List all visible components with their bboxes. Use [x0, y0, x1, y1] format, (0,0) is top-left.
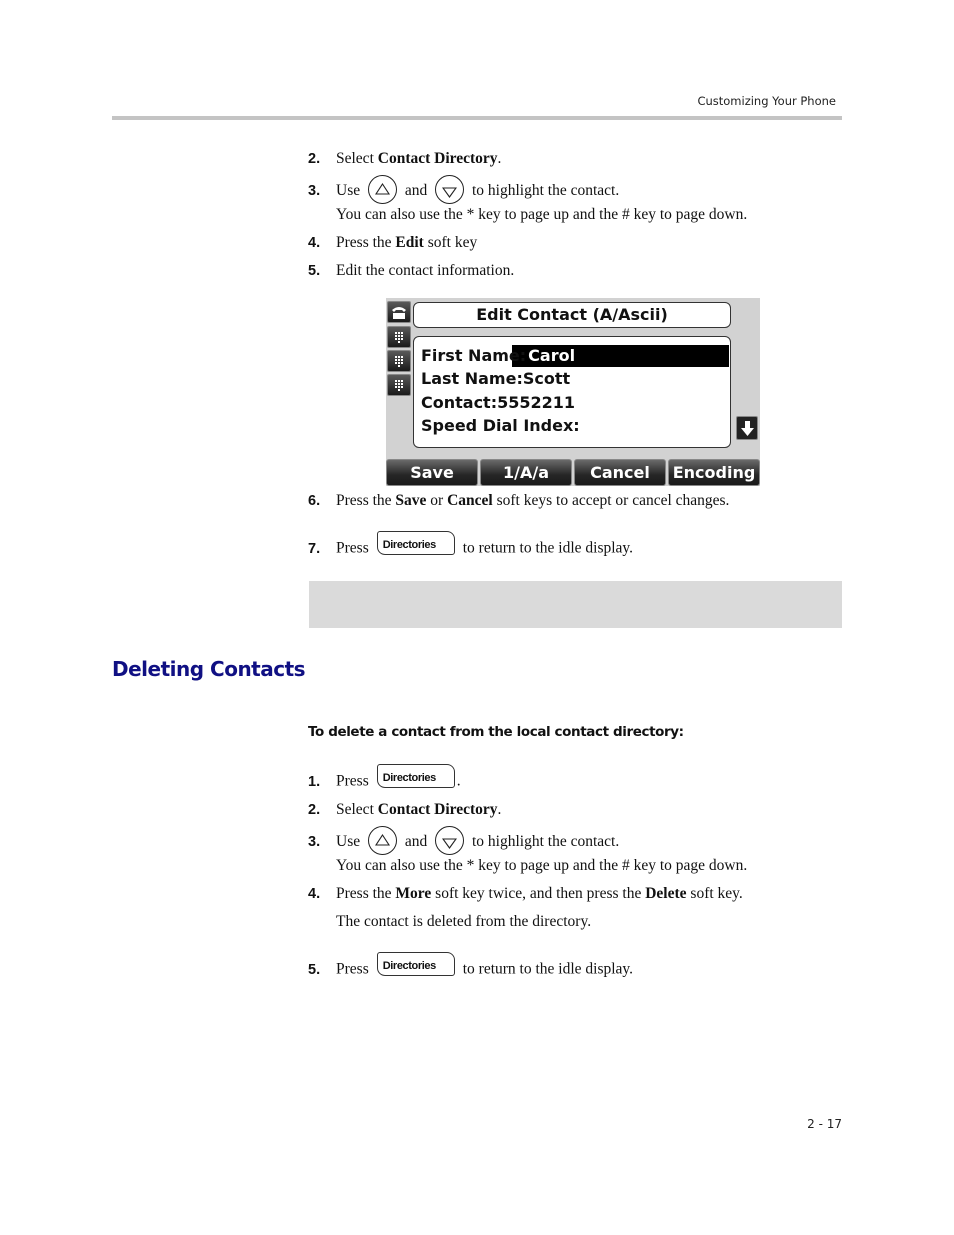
softkey-cancel[interactable]: Cancel	[574, 459, 666, 486]
screen-title: Edit Contact (A/Ascii)	[413, 302, 731, 328]
procedure-heading: To delete a contact from the local conta…	[308, 724, 684, 740]
up-arrow-nav-key-icon	[367, 175, 397, 204]
step-select-directory: 2. Select Contact Directory.	[308, 150, 502, 167]
contact-edit-form: First Name: Carol Last Name:Scott Contact…	[413, 336, 731, 448]
step-press-edit: 4. Press the Edit soft key	[308, 234, 478, 251]
softkey-save[interactable]: Save	[386, 459, 478, 486]
scroll-down-arrow-icon[interactable]	[736, 416, 758, 440]
directories-key-icon: Directories	[376, 952, 455, 976]
down-arrow-nav-key-icon	[435, 175, 465, 204]
step-use-nav-keys: 3. Use and to highlight the contact.	[308, 826, 619, 857]
directories-key-icon: Directories	[376, 764, 455, 788]
step-save-or-cancel: 6. Press the Save or Cancel soft keys to …	[308, 492, 730, 509]
handset-line-icon	[387, 301, 411, 323]
step-press-more-delete: 4. Press the More soft key twice, and the…	[308, 885, 743, 902]
phone-screen-figure: Edit Contact (A/Ascii) First Name: Carol …	[386, 298, 760, 486]
keypad-line-icon	[387, 326, 411, 348]
keypad-line-icon	[387, 350, 411, 372]
note-box	[309, 581, 842, 628]
last-name-field[interactable]: Last Name:Scott	[421, 368, 570, 390]
softkey-input-mode[interactable]: 1/A/a	[480, 459, 572, 486]
step-note-page-keys: You can also use the * key to page up an…	[336, 206, 748, 223]
softkey-bar: Save 1/A/a Cancel Encoding	[386, 459, 760, 486]
step-select-directory: 2. Select Contact Directory.	[308, 801, 502, 818]
first-name-value[interactable]: Carol	[526, 346, 578, 365]
contact-number-field[interactable]: Contact:5552211	[421, 392, 575, 414]
up-arrow-nav-key-icon	[367, 826, 397, 855]
step-return-idle: 7. Press Directories to return to the idle …	[308, 531, 633, 561]
header-rule	[112, 116, 842, 120]
softkey-encoding[interactable]: Encoding	[668, 459, 760, 486]
step-use-nav-keys: 3. Use and to highlight the contact.	[308, 175, 619, 206]
keypad-line-icon	[387, 374, 411, 396]
step-note-deleted: The contact is deleted from the director…	[336, 913, 592, 930]
first-name-field[interactable]: First Name: Carol	[421, 345, 578, 367]
directories-key-icon: Directories	[376, 531, 455, 555]
step-note-page-keys: You can also use the * key to page up an…	[336, 857, 748, 874]
speed-dial-index-field[interactable]: Speed Dial Index:	[421, 415, 580, 437]
page-number: 2 - 17	[807, 1117, 842, 1131]
step-press-directories: 1. Press Directories.	[308, 764, 461, 794]
step-edit-info: 5. Edit the contact information.	[308, 262, 515, 279]
down-arrow-nav-key-icon	[435, 826, 465, 855]
running-header: Customizing Your Phone	[697, 94, 836, 108]
step-return-idle: 5. Press Directories to return to the idle …	[308, 952, 633, 982]
section-heading: Deleting Contacts	[112, 657, 306, 681]
